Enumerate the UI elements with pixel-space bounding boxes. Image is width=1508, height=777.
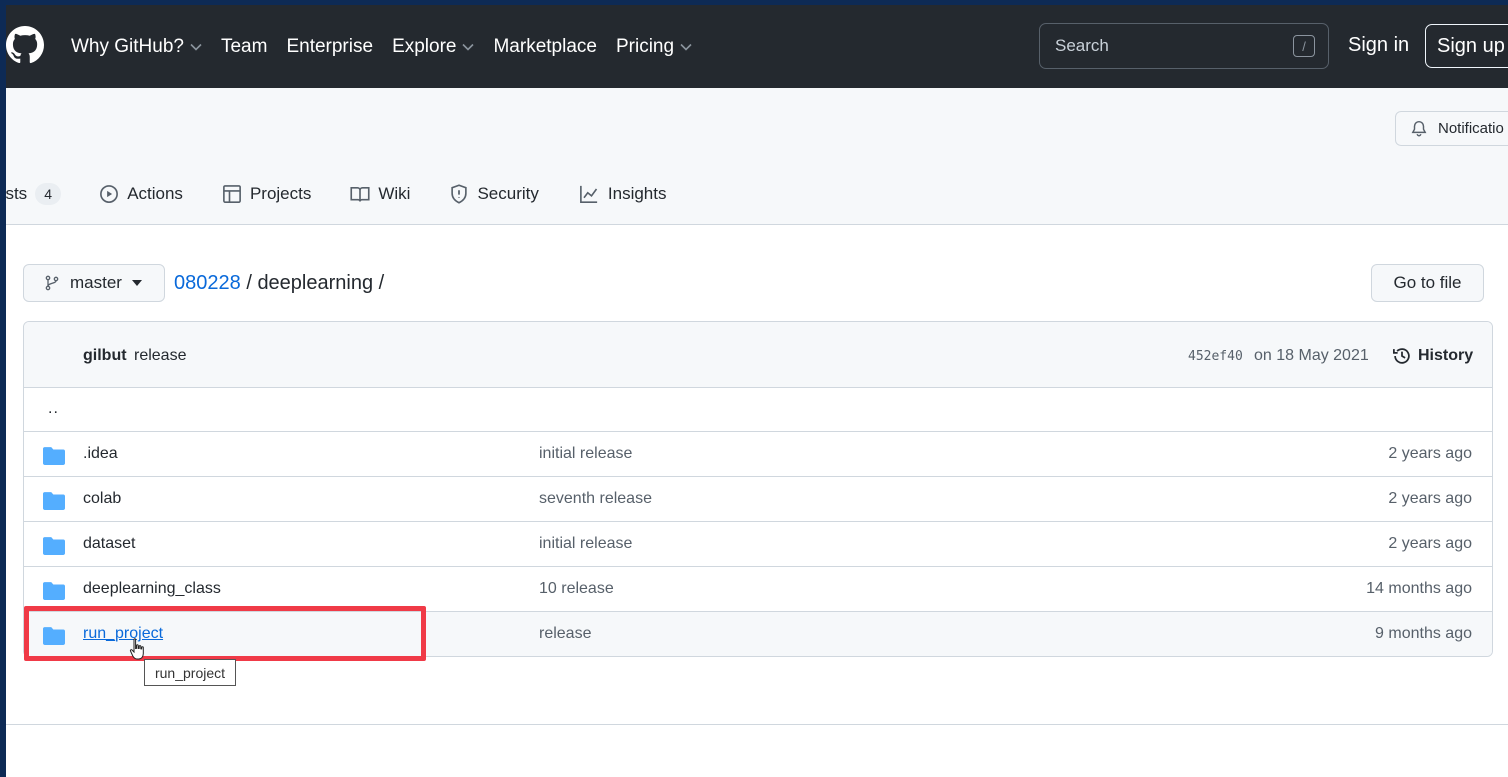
file-row: .idea initial release 2 years ago [24, 432, 1492, 477]
nav-why-github[interactable]: Why GitHub? [71, 36, 202, 58]
nav-marketplace-label: Marketplace [493, 35, 597, 57]
git-branch-icon [45, 275, 59, 291]
tab-actions-label: Actions [127, 184, 183, 203]
commit-author[interactable]: gilbut [83, 347, 127, 365]
file-list: gilbut release 452ef40 on 18 May 2021 Hi… [23, 321, 1493, 657]
file-age: 2 years ago [1388, 535, 1472, 552]
tab-wiki[interactable]: Wiki [350, 184, 410, 204]
branch-name: master [70, 273, 122, 292]
caret-down-icon [131, 280, 142, 286]
tab-pull-requests-label: ests [6, 184, 28, 203]
nav-pricing-label: Pricing [615, 35, 675, 57]
search-placeholder: Search [1055, 36, 1109, 55]
folder-icon [43, 627, 65, 645]
file-row: colab seventh release 2 years ago [24, 477, 1492, 522]
file-commit-message[interactable]: release [539, 625, 591, 643]
sign-in-link[interactable]: Sign in [1348, 34, 1409, 57]
nav-enterprise-label: Enterprise [286, 35, 374, 57]
commit-sha[interactable]: 452ef40 [1188, 349, 1243, 364]
shield-icon [451, 184, 468, 204]
file-age: 2 years ago [1388, 490, 1472, 507]
graph-icon [579, 185, 598, 203]
chevron-down-icon [680, 43, 692, 51]
play-icon [100, 185, 119, 203]
table-icon [223, 185, 241, 203]
main-nav: Why GitHub? Team Enterprise Explore Mark… [71, 5, 711, 88]
commit-date: on 18 May 2021 [1254, 347, 1369, 364]
pull-requests-counter: 4 [35, 183, 62, 205]
nav-why-github-label: Why GitHub? [71, 35, 184, 57]
file-commit-message[interactable]: initial release [539, 445, 632, 463]
top-header: Why GitHub? Team Enterprise Explore Mark… [6, 5, 1508, 88]
tab-security[interactable]: Security [449, 184, 539, 204]
tab-actions[interactable]: Actions [99, 184, 183, 204]
file-name-link[interactable]: dataset [83, 535, 135, 553]
folder-icon [43, 447, 65, 465]
breadcrumb-separator: / [378, 272, 385, 294]
nav-explore[interactable]: Explore [392, 35, 475, 58]
nav-enterprise[interactable]: Enterprise [286, 36, 373, 58]
breadcrumb-separator: / [246, 272, 252, 294]
nav-explore-label: Explore [392, 35, 457, 57]
file-age: 14 months ago [1366, 580, 1472, 597]
file-age: 2 years ago [1388, 445, 1472, 462]
go-to-file-button[interactable]: Go to file [1371, 264, 1484, 302]
breadcrumb: 080228 / deeplearning / [174, 272, 384, 295]
tooltip: run_project [144, 659, 236, 686]
tab-pull-requests[interactable]: ests 4 [6, 183, 62, 205]
nav-team-label: Team [220, 35, 268, 57]
parent-directory-row[interactable]: .. [24, 388, 1492, 432]
bell-icon [1411, 120, 1427, 136]
chevron-down-icon [190, 43, 202, 51]
tab-wiki-label: Wiki [378, 184, 411, 203]
folder-icon [43, 492, 65, 510]
commit-message[interactable]: release [134, 347, 186, 365]
tab-security-label: Security [477, 184, 539, 203]
file-row: run_project release 9 months ago [24, 612, 1492, 656]
parent-directory-link[interactable]: .. [48, 400, 59, 418]
tab-projects[interactable]: Projects [222, 184, 311, 204]
tab-insights-label: Insights [607, 184, 667, 203]
file-name-link[interactable]: run_project [83, 625, 163, 643]
tab-projects-label: Projects [249, 184, 312, 203]
search-input[interactable]: Search / [1039, 23, 1329, 69]
search-shortcut-key: / [1293, 35, 1315, 57]
file-age: 9 months ago [1375, 625, 1472, 642]
book-icon [350, 186, 370, 202]
file-name-link[interactable]: colab [83, 490, 121, 508]
history-link[interactable]: History [1392, 346, 1473, 366]
nav-pricing[interactable]: Pricing [616, 36, 692, 58]
history-icon [1393, 348, 1410, 364]
breadcrumb-owner-link[interactable]: 080228 [174, 272, 241, 294]
folder-icon [43, 537, 65, 555]
page: Why GitHub? Team Enterprise Explore Mark… [6, 5, 1508, 777]
folder-icon [43, 582, 65, 600]
file-commit-message[interactable]: seventh release [539, 490, 652, 508]
latest-commit-bar: gilbut release 452ef40 on 18 May 2021 Hi… [24, 322, 1492, 388]
sign-up-button[interactable]: Sign up [1425, 24, 1508, 68]
nav-marketplace[interactable]: Marketplace [493, 36, 597, 58]
notifications-label: Notificatio [1438, 120, 1504, 137]
file-row: deeplearning_class 10 release 14 months … [24, 567, 1492, 612]
tab-insights[interactable]: Insights [578, 184, 667, 204]
file-name-link[interactable]: .idea [83, 445, 118, 463]
file-commit-message[interactable]: 10 release [539, 580, 614, 598]
file-name-link[interactable]: deeplearning_class [83, 580, 221, 598]
file-row: dataset initial release 2 years ago [24, 522, 1492, 567]
repo-header: Notificatio ests 4 Actions Projects Wiki… [6, 88, 1508, 225]
branch-select-button[interactable]: master [23, 264, 165, 302]
repo-tabs: ests 4 Actions Projects Wiki Security [6, 177, 705, 211]
divider [6, 724, 1508, 725]
history-label: History [1418, 347, 1474, 364]
nav-team[interactable]: Team [221, 36, 267, 58]
breadcrumb-repo[interactable]: deeplearning [257, 272, 373, 294]
github-logo-icon[interactable] [6, 26, 44, 64]
notifications-button[interactable]: Notificatio [1395, 111, 1508, 146]
file-commit-message[interactable]: initial release [539, 535, 632, 553]
chevron-down-icon [462, 43, 475, 51]
